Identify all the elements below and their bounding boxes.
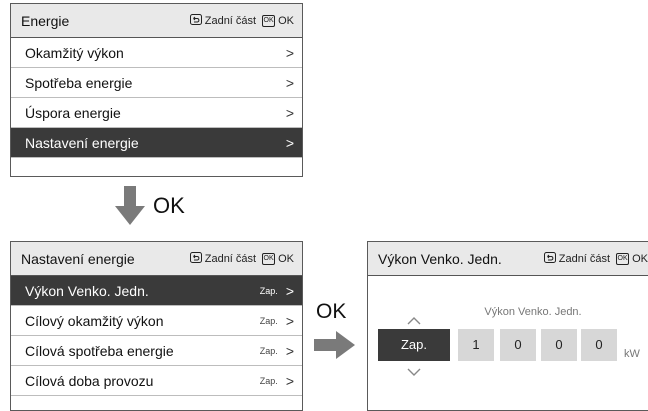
- menu-item-label: Okamžitý výkon: [25, 44, 124, 61]
- chevron-right-icon: >: [285, 134, 294, 151]
- chevron-down-icon[interactable]: [407, 364, 421, 382]
- on-off-toggle[interactable]: Zap.: [378, 329, 450, 361]
- step-ok-label: OK: [153, 193, 185, 218]
- chevron-right-icon: >: [285, 342, 294, 359]
- digit-4[interactable]: 0: [581, 329, 617, 361]
- back-label: Zadní část: [558, 252, 611, 265]
- ok-key-icon: OK: [262, 14, 276, 27]
- digit-1[interactable]: 1: [458, 329, 494, 361]
- ok-label: OK: [632, 252, 648, 265]
- settings-item-vykon-venko-jedn[interactable]: Výkon Venko. Jedn. Zap. >: [11, 276, 302, 306]
- back-hint[interactable]: Zadní část: [189, 251, 257, 266]
- chevron-right-icon: >: [285, 44, 294, 61]
- menu-item-label: Nastavení energie: [25, 134, 139, 151]
- chevron-right-icon: >: [285, 372, 294, 389]
- unit-label: kW: [624, 348, 640, 360]
- menu-item-uspora-energie[interactable]: Úspora energie >: [11, 98, 302, 128]
- back-label: Zadní část: [204, 14, 257, 27]
- menu-item-spotreba-energie[interactable]: Spotřeba energie >: [11, 68, 302, 98]
- settings-item-label: Cílová spotřeba energie: [25, 342, 174, 359]
- panel-header: Nastavení energie Zadní část OK OK: [11, 242, 302, 276]
- settings-item-cilova-doba-provozu[interactable]: Cílová doba provozu Zap. >: [11, 366, 302, 396]
- status-text: Zap.: [259, 285, 278, 296]
- menu-item-okamzity-vykon[interactable]: Okamžitý výkon >: [11, 38, 302, 68]
- settings-item-label: Výkon Venko. Jedn.: [25, 282, 149, 299]
- digit-3[interactable]: 0: [541, 329, 577, 361]
- ok-label: OK: [278, 14, 294, 27]
- chevron-up-icon[interactable]: [407, 312, 421, 330]
- ok-hint[interactable]: OK OK: [262, 14, 294, 27]
- status-text: Zap.: [259, 315, 278, 326]
- ok-label: OK: [278, 252, 294, 265]
- chevron-right-icon: >: [285, 282, 294, 299]
- ok-hint[interactable]: OK OK: [262, 252, 294, 265]
- panel-title: Výkon Venko. Jedn.: [378, 250, 502, 267]
- field-label: Výkon Venko. Jedn.: [484, 306, 582, 318]
- panel-header: Energie Zadní část OK OK: [11, 4, 302, 38]
- energy-menu-panel: Energie Zadní část OK OK Okamžitý výkon …: [10, 3, 303, 177]
- ok-key-icon: OK: [262, 252, 276, 265]
- chevron-right-icon: >: [285, 312, 294, 329]
- step-ok-label: OK: [316, 300, 347, 323]
- arrow-right-icon: [314, 330, 356, 365]
- settings-item-cilova-spotreba-energie[interactable]: Cílová spotřeba energie Zap. >: [11, 336, 302, 366]
- status-text: Zap.: [259, 375, 278, 386]
- return-icon: [189, 251, 202, 266]
- settings-item-label: Cílová doba provozu: [25, 372, 154, 389]
- arrow-down-icon: [113, 186, 147, 231]
- back-hint[interactable]: Zadní část: [189, 13, 257, 28]
- ok-key-icon: OK: [616, 252, 630, 265]
- settings-item-label: Cílový okamžitý výkon: [25, 312, 164, 329]
- back-hint[interactable]: Zadní část: [543, 251, 611, 266]
- panel-header: Výkon Venko. Jedn. Zadní část OK OK: [368, 242, 648, 276]
- menu-item-label: Spotřeba energie: [25, 74, 133, 91]
- menu-item-nastaveni-energie[interactable]: Nastavení energie >: [11, 128, 302, 158]
- menu-item-label: Úspora energie: [25, 104, 121, 121]
- return-icon: [543, 251, 556, 266]
- back-label: Zadní část: [204, 252, 257, 265]
- panel-title: Nastavení energie: [21, 250, 135, 267]
- return-icon: [189, 13, 202, 28]
- ok-hint[interactable]: OK OK: [616, 252, 648, 265]
- status-text: Zap.: [259, 345, 278, 356]
- settings-item-cilovy-okamzity-vykon[interactable]: Cílový okamžitý výkon Zap. >: [11, 306, 302, 336]
- chevron-right-icon: >: [285, 104, 294, 121]
- panel-title: Energie: [21, 12, 70, 29]
- chevron-right-icon: >: [285, 74, 294, 91]
- energy-settings-panel: Nastavení energie Zadní část OK OK Výkon…: [10, 241, 303, 411]
- digit-2[interactable]: 0: [500, 329, 536, 361]
